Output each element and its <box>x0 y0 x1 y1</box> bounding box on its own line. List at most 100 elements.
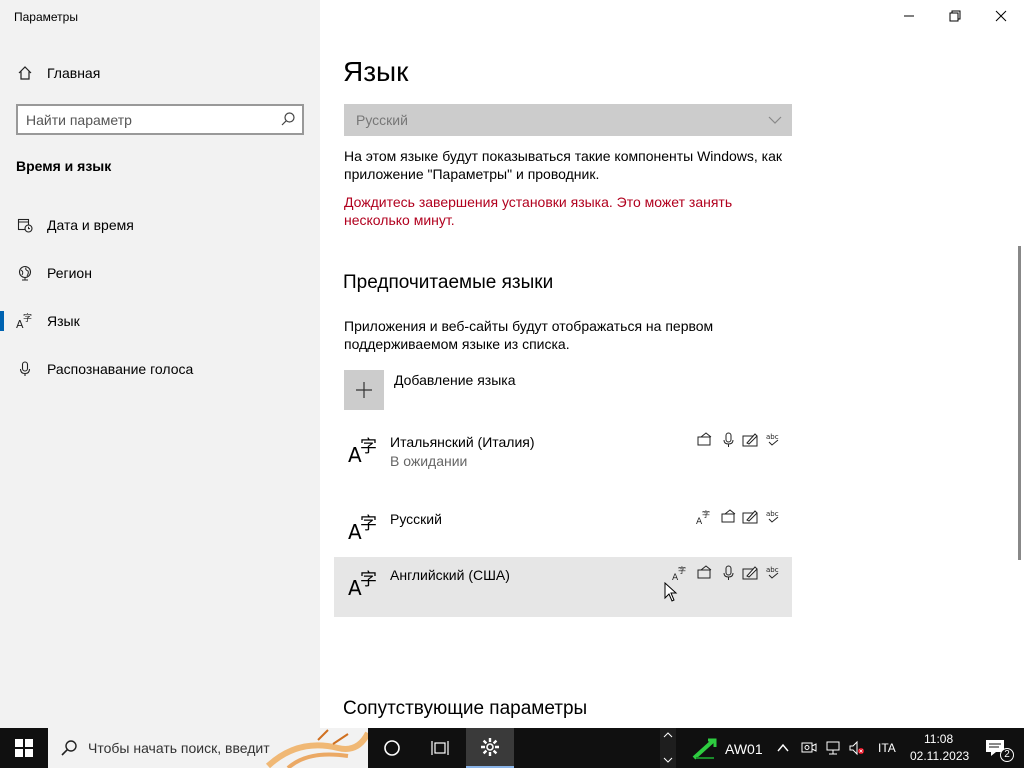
display-language-dropdown[interactable]: Русский <box>344 104 792 136</box>
windows-logo-icon <box>15 739 33 757</box>
settings-window: Параметры Главная Время и язык Дата и вр… <box>0 0 1024 728</box>
svg-text:字: 字 <box>360 437 377 457</box>
settings-app-button[interactable] <box>466 728 514 768</box>
network-label[interactable]: AW01 <box>725 741 763 757</box>
language-pack-feature-icon: A字 <box>696 509 710 525</box>
taskbar: Чтобы начать поиск, введит AW01 ITA 11:0… <box>0 728 1024 768</box>
svg-text:abc: abc <box>766 433 779 441</box>
gear-icon <box>481 738 499 756</box>
spelling-feature-icon: abc <box>766 510 779 523</box>
svg-text:abc: abc <box>766 510 779 518</box>
show-hidden-icons-chevron-icon[interactable] <box>776 741 790 755</box>
sidebar: Параметры Главная Время и язык Дата и вр… <box>0 0 320 728</box>
display-feature-icon <box>697 565 712 579</box>
sidebar-item-language[interactable]: A字 Язык <box>0 301 320 341</box>
language-item-english-us[interactable]: A 字 Английский (США) A字 abc <box>334 557 792 617</box>
volume-muted-icon[interactable] <box>848 740 866 756</box>
input-language-indicator[interactable]: ITA <box>878 741 896 755</box>
taskbar-search-text: Чтобы начать поиск, введит <box>88 740 270 756</box>
cortana-button[interactable] <box>368 728 416 768</box>
language-name: Итальянский (Италия) <box>390 434 535 450</box>
task-view-button[interactable] <box>416 728 464 768</box>
language-name: Английский (США) <box>390 567 510 583</box>
svg-text:abc: abc <box>766 566 779 574</box>
restore-button[interactable] <box>932 0 978 32</box>
language-glyph-icon: A 字 <box>348 437 377 466</box>
preferred-languages-heading: Предпочитаемые языки <box>343 272 554 293</box>
chevron-up-icon <box>663 732 673 738</box>
language-status: В ожидании <box>390 453 468 469</box>
action-center-button[interactable]: 2 <box>976 728 1020 768</box>
add-language-label[interactable]: Добавление языка <box>394 372 516 388</box>
chevron-down-icon <box>663 757 673 763</box>
search-box[interactable] <box>16 104 304 135</box>
language-icon: A字 <box>16 312 34 330</box>
close-icon <box>995 10 1007 22</box>
task-view-icon <box>431 741 449 755</box>
taskbar-search-box[interactable]: Чтобы начать поиск, введит <box>48 728 368 768</box>
app-title: Параметры <box>14 10 78 24</box>
sidebar-item-speech[interactable]: Распознавание голоса <box>0 349 320 389</box>
speech-feature-icon <box>723 565 734 580</box>
restore-icon <box>949 10 961 22</box>
mouse-cursor-icon <box>664 582 678 602</box>
chevron-down-icon <box>768 113 782 132</box>
sidebar-item-label: Дата и время <box>47 217 134 233</box>
language-glyph-icon: A 字 <box>348 570 377 599</box>
svg-text:字: 字 <box>702 509 710 519</box>
handwriting-feature-icon <box>742 433 758 447</box>
sidebar-item-label: Регион <box>47 265 92 281</box>
clock[interactable]: 11:08 02.11.2023 <box>904 728 970 768</box>
scrollbar[interactable] <box>1018 246 1021 560</box>
taskbar-scroll[interactable] <box>660 728 676 768</box>
language-glyph-icon: A 字 <box>348 514 377 543</box>
display-feature-icon <box>697 432 712 446</box>
sidebar-item-home[interactable]: Главная <box>0 53 320 93</box>
spelling-feature-icon: abc <box>766 433 779 446</box>
section-title: Время и язык <box>16 158 112 174</box>
search-icon[interactable] <box>280 111 296 127</box>
search-input[interactable] <box>26 111 276 129</box>
handwriting-feature-icon <box>742 510 758 524</box>
handwriting-feature-icon <box>742 566 758 580</box>
install-warning: Дождитесь завершения установки языка. Эт… <box>344 194 733 228</box>
wired-network-icon[interactable] <box>824 740 842 756</box>
clock-date: 02.11.2023 <box>910 749 970 763</box>
related-settings-heading: Сопутствующие параметры <box>343 698 588 719</box>
network-signal-icon[interactable] <box>692 736 718 760</box>
camera-icon[interactable] <box>800 740 818 756</box>
svg-text:字: 字 <box>360 514 377 534</box>
spelling-feature-icon: abc <box>766 566 779 579</box>
cortana-icon <box>384 740 400 756</box>
language-item-russian[interactable]: A 字 Русский A字 abc <box>334 501 792 561</box>
search-highlight-illustration-icon <box>265 729 368 768</box>
close-button[interactable] <box>978 0 1024 32</box>
start-button[interactable] <box>0 728 48 768</box>
plus-icon <box>356 382 372 398</box>
minimize-button[interactable] <box>886 0 932 32</box>
notification-count-badge: 2 <box>1000 748 1014 762</box>
language-name: Русский <box>390 511 442 527</box>
sidebar-item-label: Распознавание голоса <box>47 361 194 377</box>
display-feature-icon <box>721 509 736 523</box>
page-title: Язык <box>343 56 409 87</box>
add-language-button[interactable] <box>344 370 384 410</box>
search-icon <box>61 740 77 756</box>
svg-text:字: 字 <box>23 312 32 324</box>
display-language-description: На этом языке будут показываться такие к… <box>344 148 783 182</box>
dropdown-value: Русский <box>356 112 408 128</box>
sidebar-item-date-time[interactable]: Дата и время <box>0 205 320 245</box>
svg-text:字: 字 <box>678 565 686 575</box>
language-item-italian[interactable]: A 字 Итальянский (Италия) В ожидании abc <box>334 424 792 484</box>
microphone-icon <box>16 360 34 378</box>
preferred-languages-description: Приложения и веб-сайты будут отображатьс… <box>344 318 714 352</box>
sidebar-item-label: Главная <box>47 65 101 81</box>
sidebar-item-region[interactable]: Регион <box>0 253 320 293</box>
language-pack-feature-icon: A字 <box>672 565 686 581</box>
sidebar-item-label: Язык <box>47 313 80 329</box>
speech-feature-icon <box>723 432 734 447</box>
calendar-clock-icon <box>16 216 34 234</box>
minimize-icon <box>904 15 914 17</box>
globe-icon <box>16 264 34 282</box>
svg-text:字: 字 <box>360 570 377 590</box>
